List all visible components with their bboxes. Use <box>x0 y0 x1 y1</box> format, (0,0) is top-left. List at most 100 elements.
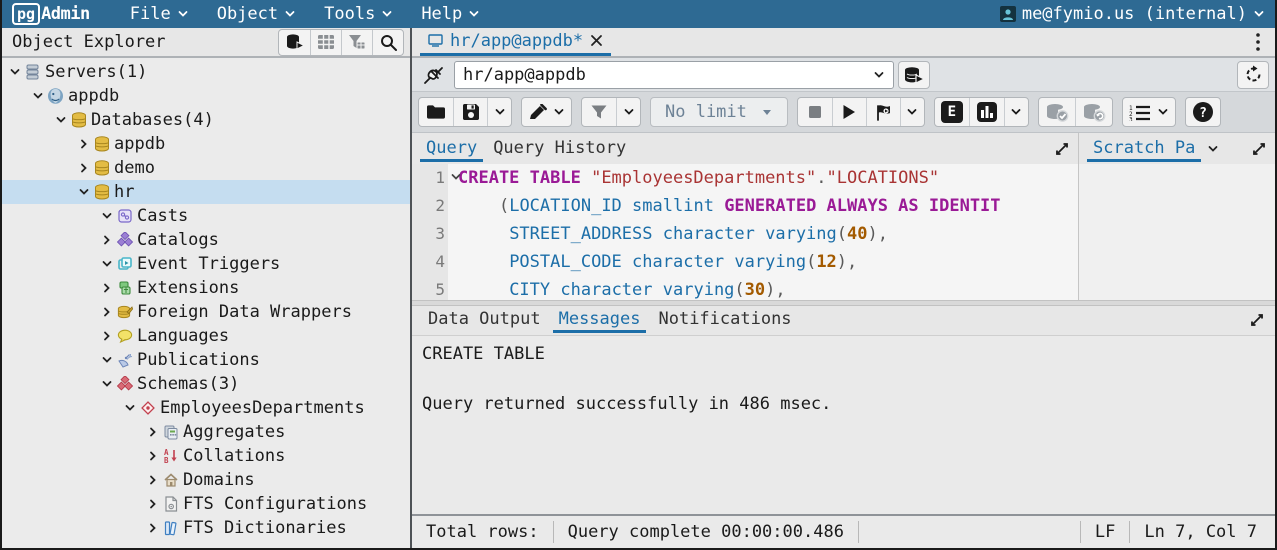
query-tool-tab[interactable]: hr/app@appdb* <box>420 28 611 56</box>
tree-item-foreign-data-wrappers[interactable]: Foreign Data Wrappers <box>2 300 410 324</box>
edit-menu-button[interactable] <box>522 98 571 126</box>
tab-data-output[interactable]: Data Output <box>422 307 547 333</box>
help-button[interactable]: ? <box>1186 98 1220 126</box>
tree-item-databases-4-[interactable]: Databases(4) <box>2 108 410 132</box>
tree-item-event-triggers[interactable]: Event Triggers <box>2 252 410 276</box>
explain-button[interactable]: E <box>935 98 969 126</box>
filter-button[interactable] <box>582 98 616 126</box>
open-file-button[interactable] <box>419 98 453 126</box>
tab-query-history[interactable]: Query History <box>487 136 632 162</box>
explain-menu-button[interactable] <box>1004 98 1028 126</box>
chevron-down-icon[interactable] <box>98 352 115 369</box>
code-text: CITY character varying(30), <box>448 276 786 300</box>
tab-query[interactable]: Query <box>420 136 483 162</box>
tree-item-demo[interactable]: demo <box>2 156 410 180</box>
expand-panel-icon[interactable] <box>1249 312 1265 328</box>
tree-item-appdb[interactable]: appdb <box>2 84 410 108</box>
tree-item-fts-dictionaries[interactable]: FTS Dictionaries <box>2 516 410 540</box>
chevron-down-icon[interactable] <box>98 256 115 273</box>
connection-select[interactable]: hr/app@appdb <box>454 61 894 89</box>
grid-button[interactable] <box>310 30 341 55</box>
tree-item-label: demo <box>114 158 155 178</box>
execute-button[interactable] <box>832 98 866 126</box>
row-limit-value: No limit <box>665 102 747 122</box>
collations-icon: AB <box>161 448 180 465</box>
save-file-button[interactable] <box>453 98 487 126</box>
chevron-right-icon[interactable] <box>98 328 115 345</box>
chevron-down-icon[interactable] <box>75 184 92 201</box>
explain-icon: E <box>941 101 963 123</box>
tab-notifications[interactable]: Notifications <box>652 307 797 333</box>
tree-item-schemas-3-[interactable]: Schemas(3) <box>2 372 410 396</box>
tree-item-domains[interactable]: Domains <box>2 468 410 492</box>
chevron-right-icon[interactable] <box>75 136 92 153</box>
postgres-icon <box>46 88 65 105</box>
chevron-down-icon[interactable] <box>29 88 46 105</box>
tree-item-catalogs[interactable]: Catalogs <box>2 228 410 252</box>
chevron-down-icon <box>1157 106 1169 118</box>
chevron-down-icon[interactable] <box>98 376 115 393</box>
chevron-right-icon[interactable] <box>98 232 115 249</box>
expand-panel-icon[interactable] <box>1251 141 1267 157</box>
chevron-right-icon[interactable] <box>144 520 161 537</box>
execute-options-button[interactable] <box>866 98 900 126</box>
tree-item-fts-configurations[interactable]: FTS Configurations <box>2 492 410 516</box>
search-button[interactable] <box>372 30 403 55</box>
code-text: CREATE TABLE "EmployeesDepartments"."LOC… <box>448 164 939 192</box>
chevron-right-icon[interactable] <box>98 304 115 321</box>
tab-messages[interactable]: Messages <box>553 307 647 333</box>
chevron-down-icon <box>177 8 189 20</box>
fold-icon[interactable] <box>450 164 462 192</box>
object-explorer-title: Object Explorer <box>12 32 278 52</box>
chevron-right-icon[interactable] <box>98 280 115 297</box>
chevron-down-icon[interactable] <box>6 64 23 81</box>
tree-item-hr[interactable]: hr <box>2 180 410 204</box>
rollback-button[interactable] <box>1075 98 1112 126</box>
stop-button[interactable] <box>798 98 832 126</box>
tree-item-servers-1-[interactable]: Servers(1) <box>2 60 410 84</box>
explain-analyze-button[interactable] <box>969 98 1004 126</box>
connection-status-button[interactable] <box>418 61 450 89</box>
new-connection-button[interactable] <box>898 61 930 89</box>
filter-menu-button[interactable] <box>616 98 640 126</box>
eol-indicator[interactable]: LF <box>1080 521 1129 543</box>
menu-object[interactable]: Object <box>203 0 310 28</box>
chevron-right-icon[interactable] <box>75 160 92 177</box>
menu-file[interactable]: File <box>116 0 203 28</box>
chevron-down-icon[interactable] <box>52 112 69 129</box>
scratch-pad-body[interactable] <box>1079 164 1275 300</box>
execute-menu-button[interactable] <box>900 98 924 126</box>
tree-item-employeesdepartments[interactable]: EmployeesDepartments <box>2 396 410 420</box>
save-menu-button[interactable] <box>487 98 511 126</box>
row-limit-select[interactable]: No limit <box>650 97 788 127</box>
tree-item-collations[interactable]: ABCollations <box>2 444 410 468</box>
db-connect-button[interactable] <box>279 30 310 55</box>
kebab-menu-icon[interactable] <box>1241 28 1275 56</box>
tree-item-extensions[interactable]: Extensions <box>2 276 410 300</box>
chevron-right-icon[interactable] <box>144 472 161 489</box>
chevron-right-icon[interactable] <box>144 424 161 441</box>
tree-item-languages[interactable]: Languages <box>2 324 410 348</box>
chevron-down-icon[interactable] <box>121 400 138 417</box>
scratch-pad-tab[interactable]: Scratch Pa <box>1087 136 1201 162</box>
refresh-layout-button[interactable] <box>1237 61 1269 89</box>
macros-menu-button[interactable]: 123 <box>1123 98 1175 126</box>
menu-help[interactable]: Help <box>407 0 494 28</box>
tree-item-publications[interactable]: Publications <box>2 348 410 372</box>
filter-table-button[interactable] <box>341 30 372 55</box>
chevron-right-icon[interactable] <box>144 496 161 513</box>
user-menu[interactable]: me@fymio.us (internal) <box>1000 4 1265 24</box>
query-editor-panel: QueryQuery History 1CREATE TABLE "Employ… <box>412 133 1079 300</box>
tree-item-aggregates[interactable]: Aggregates <box>2 420 410 444</box>
menu-tools[interactable]: Tools <box>310 0 407 28</box>
expand-panel-icon[interactable] <box>1054 141 1070 157</box>
query-tool-tab-label: hr/app@appdb* <box>450 31 583 51</box>
commit-button[interactable] <box>1039 98 1075 126</box>
chevron-right-icon[interactable] <box>144 448 161 465</box>
tree-item-appdb[interactable]: appdb <box>2 132 410 156</box>
tree-item-casts[interactable]: Casts <box>2 204 410 228</box>
sql-editor[interactable]: 1CREATE TABLE "EmployeesDepartments"."LO… <box>412 164 1078 300</box>
close-icon[interactable] <box>590 34 603 47</box>
chevron-down-icon[interactable] <box>1207 143 1219 155</box>
chevron-down-icon[interactable] <box>98 208 115 225</box>
